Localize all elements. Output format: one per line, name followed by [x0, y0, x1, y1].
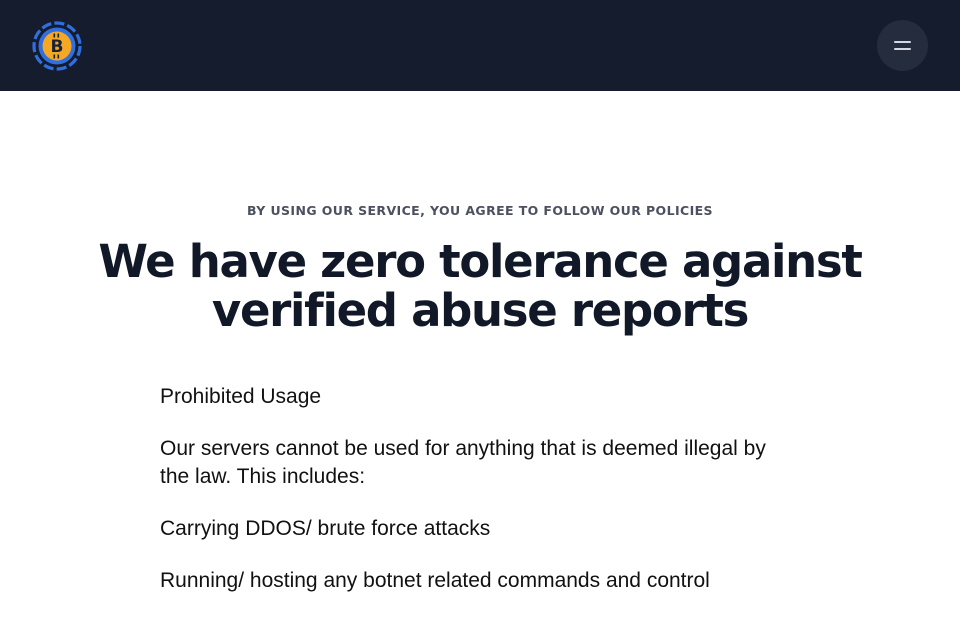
policy-item: Carrying DDOS/ brute force attacks — [160, 517, 491, 540]
page-title: We have zero tolerance against verified … — [98, 235, 862, 337]
svg-text:B: B — [51, 37, 64, 57]
policy-item: Running/ hosting any botnet related comm… — [160, 569, 710, 592]
policy-eyebrow: BY USING OUR SERVICE, YOU AGREE TO FOLLO… — [247, 203, 713, 218]
site-header: B — [0, 0, 960, 91]
policy-content: Prohibited Usage Our servers cannot be u… — [160, 383, 800, 619]
bitcoin-logo-icon[interactable]: B — [31, 20, 83, 72]
policy-paragraph: Our servers cannot be used for anything … — [160, 437, 766, 488]
menu-button[interactable] — [877, 20, 928, 71]
policy-section: BY USING OUR SERVICE, YOU AGREE TO FOLLO… — [0, 91, 960, 600]
hamburger-menu-icon-line — [894, 48, 911, 50]
policy-heading: Prohibited Usage — [160, 385, 322, 408]
hamburger-menu-icon — [894, 41, 911, 43]
